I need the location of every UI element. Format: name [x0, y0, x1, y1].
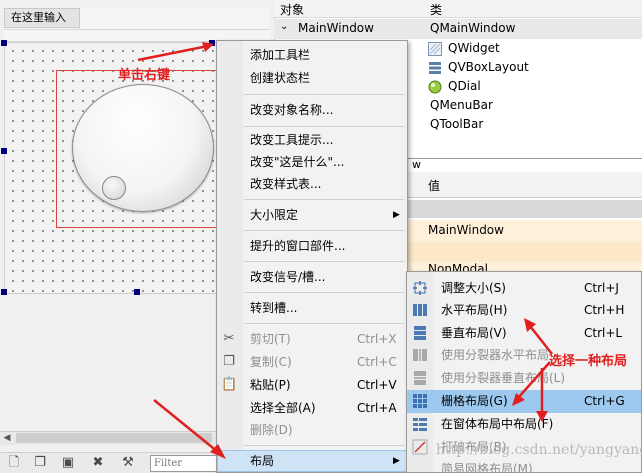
splitter-vertical-icon	[414, 371, 426, 385]
menu-item-create-statusbar[interactable]: 创建状态栏	[250, 68, 310, 88]
scroll-left-icon[interactable]: ◀	[0, 431, 14, 445]
tree-class-name: QMenuBar	[430, 98, 493, 112]
menu-item-cut[interactable]: 剪切(T)	[250, 329, 291, 349]
column-header-class: 类	[430, 3, 443, 17]
settings-wrench-icon[interactable]: ⚒	[120, 455, 136, 471]
selection-handle[interactable]	[134, 289, 140, 295]
annotation-arrow-icon	[153, 399, 226, 459]
menu-item-layout-highlight[interactable]	[217, 450, 407, 472]
tree-object-name: MainWindow	[298, 21, 374, 35]
copy-icon: ❐	[223, 354, 235, 369]
shortcut-grid-layout: Ctrl+G	[584, 394, 625, 408]
adjust-size-icon	[413, 281, 427, 295]
cut-scissors-icon: ✂	[223, 331, 235, 346]
vbox-layout-icon	[429, 62, 441, 74]
menu-item-change-object-name[interactable]: 改变对象名称...	[250, 100, 333, 120]
new-file-icon[interactable]: 🗋	[6, 455, 22, 471]
tree-class-name: QDial	[448, 79, 481, 93]
type-here-menu-placeholder[interactable]: 在这里输入	[4, 8, 80, 28]
menu-item-change-tooltip[interactable]: 改变工具提示...	[250, 130, 333, 150]
vertical-layout-icon	[414, 326, 426, 340]
annotation-choose-layout: 选择一种布局	[549, 354, 628, 369]
submenu-item-horizontal-layout[interactable]: 水平布局(H)	[441, 299, 507, 321]
menu-separator	[244, 199, 404, 200]
copy-file-icon[interactable]: ❐	[32, 455, 48, 471]
property-editor-title-fragment: w	[412, 158, 421, 171]
tree-class-name: QToolBar	[430, 117, 484, 131]
submenu-item-simplify-grid[interactable]: 简易网格布局(M)	[441, 458, 533, 473]
paste-clipboard-icon: 📋	[221, 377, 238, 392]
menu-item-change-stylesheet[interactable]: 改变样式表...	[250, 174, 321, 194]
submenu-arrow-icon: ▶	[393, 456, 400, 466]
dial-widget[interactable]	[72, 84, 214, 212]
shortcut-cut: Ctrl+X	[357, 332, 397, 346]
menu-item-copy[interactable]: 复制(C)	[250, 352, 292, 372]
tree-class-name: QWidget	[448, 41, 500, 55]
tree-class-name: QMainWindow	[430, 21, 516, 35]
shortcut-horizontal-layout: Ctrl+H	[584, 303, 625, 317]
submenu-item-vertical-layout[interactable]: 垂直布局(V)	[441, 322, 507, 344]
selection-handle[interactable]	[1, 40, 7, 46]
shortcut-paste: Ctrl+V	[357, 378, 397, 392]
property-value-objectname[interactable]: MainWindow	[428, 223, 504, 237]
menu-item-paste[interactable]: 粘贴(P)	[250, 375, 291, 395]
menu-item-select-all[interactable]: 选择全部(A)	[250, 398, 316, 418]
menu-separator	[244, 292, 404, 293]
column-header-value: 值	[428, 179, 441, 193]
break-layout-icon	[412, 439, 428, 455]
menu-item-delete[interactable]: 删除(D)	[250, 420, 293, 440]
menu-item-layout[interactable]: 布局	[250, 451, 274, 471]
annotation-arrows-icon	[512, 318, 553, 422]
submenu-item-grid-layout[interactable]: 栅格布局(G)	[441, 390, 508, 412]
annotation-arrow-icon	[137, 42, 214, 62]
menu-separator	[244, 261, 404, 262]
shortcut-adjust-size: Ctrl+J	[584, 281, 619, 295]
watermark-url: http://blog.csdn.net/yangyang031213	[436, 442, 642, 458]
selection-handle[interactable]	[1, 289, 7, 295]
designer-screenshot: 在这里输入 单击右键 ◀ 🗋 ❐ ▣ ✖ ⚒ 对象 类 ⌄ MainWindow…	[0, 0, 642, 473]
menu-item-promoted-widgets[interactable]: 提升的窗口部件...	[250, 236, 345, 256]
menu-item-change-whats-this[interactable]: 改变"这是什么"...	[250, 152, 344, 172]
menu-item-change-signals-slots[interactable]: 改变信号/槽...	[250, 267, 326, 287]
submenu-item-adjust-size[interactable]: 调整大小(S)	[441, 277, 506, 299]
tree-row-mainwindow[interactable]: ⌄ MainWindow QMainWindow	[274, 19, 642, 39]
open-folder-icon[interactable]: ▣	[60, 455, 76, 471]
column-header-object: 对象	[280, 3, 305, 17]
splitter-horizontal-icon	[413, 349, 427, 361]
object-inspector-header	[274, 0, 642, 18]
menu-item-add-toolbar[interactable]: 添加工具栏	[250, 45, 310, 65]
shortcut-select-all: Ctrl+A	[357, 401, 397, 415]
expand-chevron-icon[interactable]: ⌄	[280, 21, 288, 32]
dial-knob[interactable]	[102, 176, 126, 200]
selection-handle[interactable]	[1, 148, 7, 154]
tree-class-name: QVBoxLayout	[448, 60, 529, 74]
grid-layout-icon	[413, 394, 427, 408]
form-layout-icon	[413, 418, 427, 431]
dial-icon	[428, 80, 442, 94]
horizontal-layout-icon	[413, 304, 427, 316]
submenu-arrow-icon: ▶	[393, 210, 400, 220]
shortcut-copy: Ctrl+C	[357, 355, 397, 369]
shortcut-vertical-layout: Ctrl+L	[584, 326, 623, 340]
delete-file-icon[interactable]: ✖	[90, 455, 106, 471]
menu-separator	[244, 323, 404, 324]
menu-separator	[244, 126, 404, 127]
widget-icon	[428, 42, 442, 56]
menu-separator	[244, 94, 404, 95]
menu-item-go-to-slot[interactable]: 转到槽...	[250, 298, 297, 318]
menu-separator	[244, 230, 404, 231]
menu-item-size-constraints[interactable]: 大小限定	[250, 205, 298, 225]
menu-separator	[244, 445, 404, 446]
annotation-right-click: 单击右键	[118, 68, 171, 83]
